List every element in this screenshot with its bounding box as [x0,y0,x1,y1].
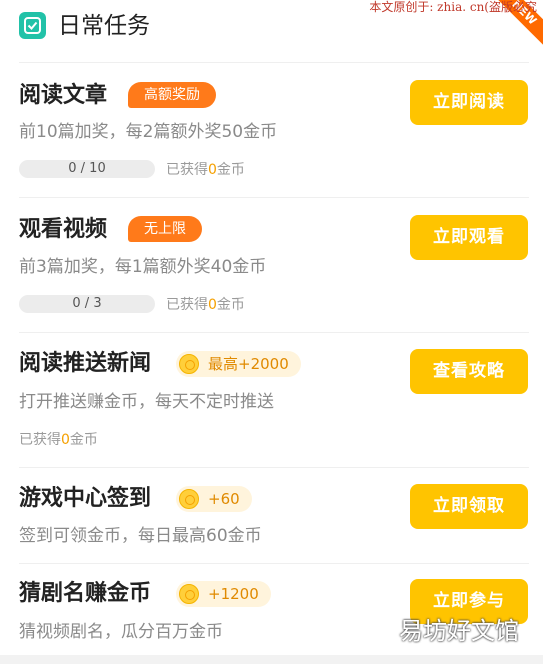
task-title: 观看视频 [19,217,108,242]
coin-reward-text: +1200 [208,585,259,603]
claim-now-button[interactable]: 立即领取 [410,484,528,529]
task-description: 打开推送赚金币，每天不定时推送 [19,392,274,412]
task-title: 猜剧名赚金币 [19,581,152,606]
coin-reward-tag: 最高+2000 [176,351,301,377]
task-title: 阅读推送新闻 [19,351,152,376]
coin-reward-text: +60 [208,490,240,508]
earned-suffix: 金币 [216,297,245,313]
page-title: 日常任务 [58,13,150,39]
reward-tag: 高额奖励 [128,82,216,108]
watch-now-button[interactable]: 立即观看 [410,215,528,260]
divider [19,563,529,564]
task-description: 前10篇加奖，每2篇额外奖50金币 [19,122,278,142]
progress-bar: 0 / 10 [19,160,155,178]
coin-reward-text: 最高+2000 [208,355,289,373]
earned-coins: 已获得0金币 [166,296,245,314]
coin-reward-tag: +60 [176,486,252,512]
footer-watermark: 易坊好文馆 [399,617,519,645]
earned-suffix: 金币 [216,162,245,178]
progress-text: 0 / 3 [72,296,102,311]
reward-tag: 无上限 [128,216,202,242]
earned-prefix: 已获得 [166,162,208,178]
task-title: 游戏中心签到 [19,486,152,511]
coin-reward-tag: +1200 [176,581,271,607]
earned-suffix: 金币 [69,432,98,448]
earned-prefix: 已获得 [166,297,208,313]
earned-value: 0 [61,432,70,448]
divider [19,467,529,468]
divider [19,197,529,198]
task-description: 前3篇加奖，每1篇额外奖40金币 [19,257,267,277]
task-description: 猜视频剧名，瓜分百万金币 [19,622,223,642]
earned-coins: 已获得0金币 [166,161,245,179]
bottom-bar [0,655,543,664]
checklist-icon [19,12,46,39]
source-watermark: 本文原创于: zhia. cn(盗版必究 [369,0,537,14]
read-now-button[interactable]: 立即阅读 [410,80,528,125]
view-guide-button[interactable]: 查看攻略 [410,349,528,394]
divider [19,62,529,63]
progress-bar: 0 / 3 [19,295,155,313]
earned-prefix: 已获得 [19,432,61,448]
earned-value: 0 [208,162,217,178]
task-title: 阅读文章 [19,83,108,108]
task-description: 签到可领金币，每日最高60金币 [19,526,262,546]
divider [19,332,529,333]
coin-icon [179,584,199,604]
coin-icon [179,489,199,509]
progress-text: 0 / 10 [68,161,106,176]
earned-value: 0 [208,297,217,313]
coin-icon [179,354,199,374]
earned-coins: 已获得0金币 [19,431,98,449]
